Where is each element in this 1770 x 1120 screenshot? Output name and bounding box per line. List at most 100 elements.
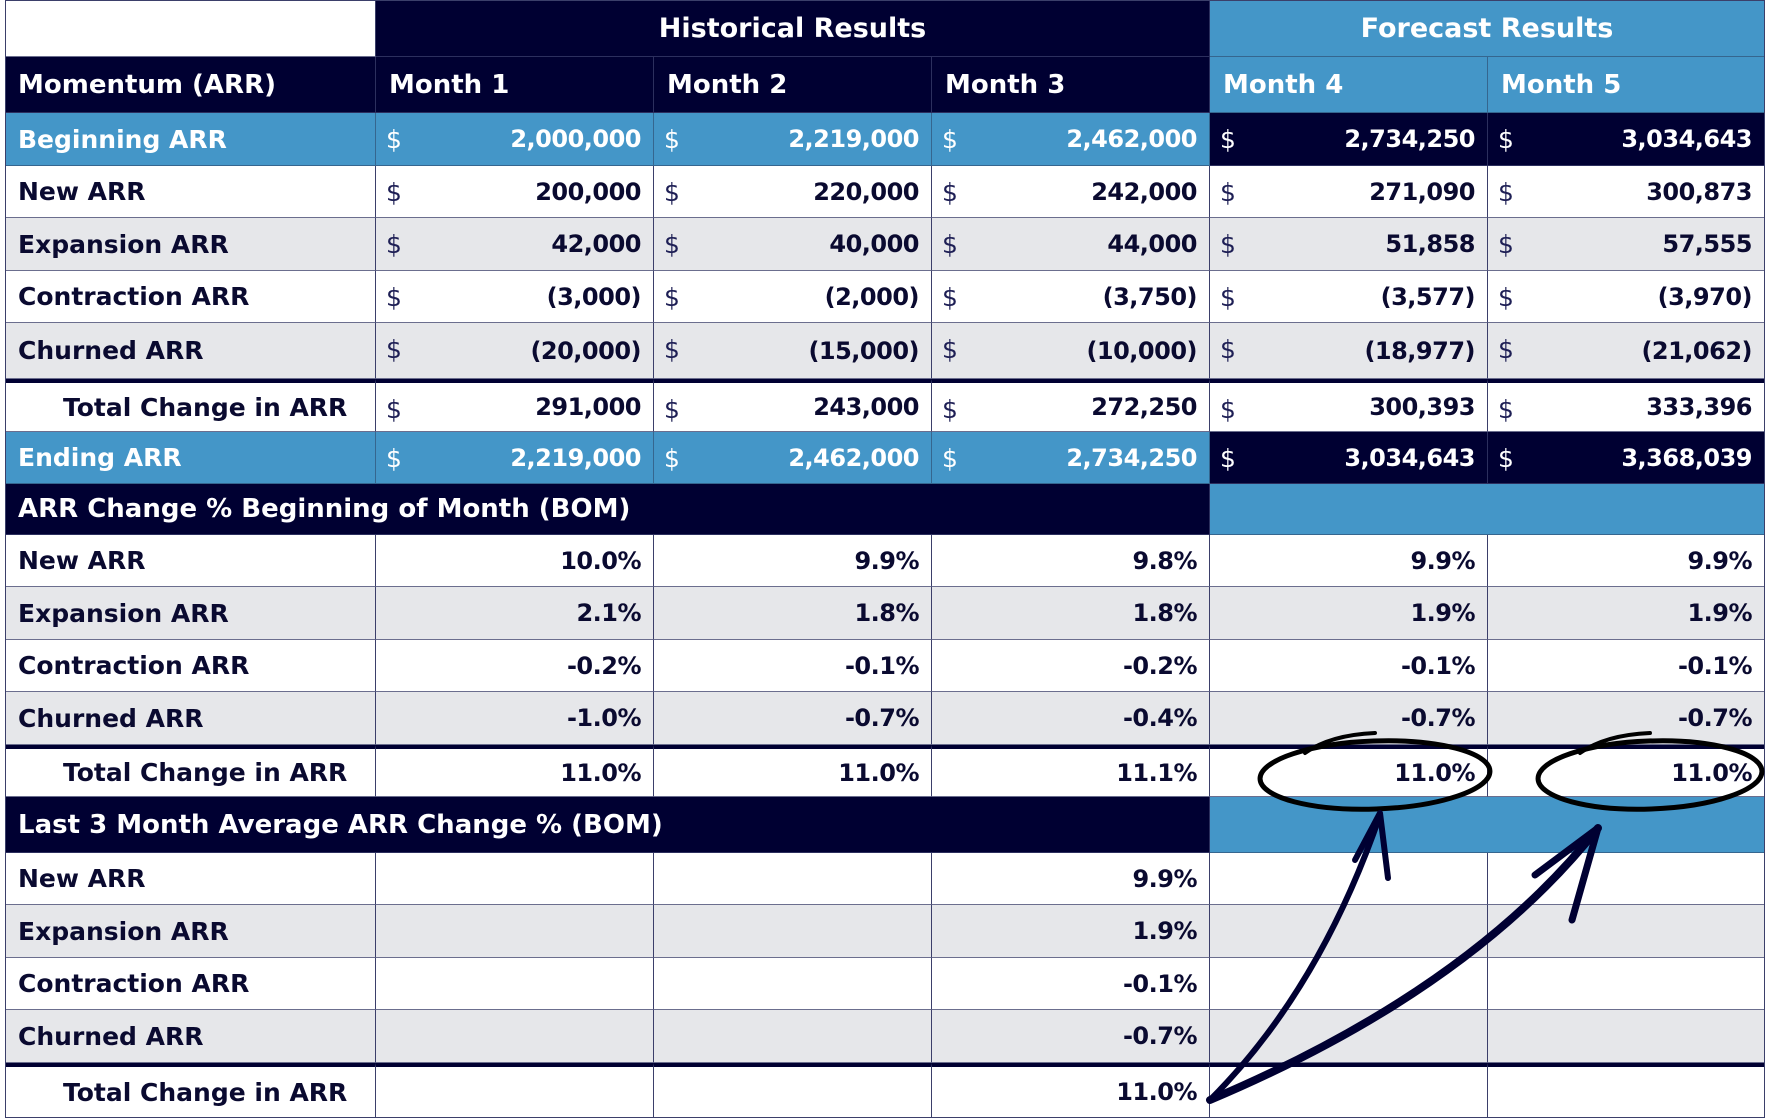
month-header-2: Month 2	[654, 57, 932, 113]
row-label-text: New ARR	[18, 177, 146, 206]
percent-text: 9.9%	[1410, 546, 1475, 575]
forecast-results-label: Forecast Results	[1360, 12, 1614, 44]
row-label: New ARR	[5, 535, 376, 587]
dollar-sign: $	[386, 335, 402, 364]
value-cell: $2,462,000	[932, 113, 1210, 166]
percent-cell: 11.0%	[654, 745, 932, 797]
dollar-sign: $	[664, 230, 680, 259]
percent-text: 1.9%	[1410, 599, 1475, 627]
arr-momentum-table: Historical Results Forecast Results Moment…	[5, 0, 1765, 1118]
percent-text: 9.9%	[1687, 546, 1752, 575]
dollar-sign: $	[664, 283, 680, 312]
value-cell: $300,393	[1210, 379, 1488, 432]
value-text: 200,000	[535, 177, 641, 206]
percent-cell	[376, 1010, 654, 1063]
value-text: 3,368,039	[1621, 443, 1752, 472]
value-cell: $2,000,000	[376, 113, 654, 166]
forecast-section-band	[1210, 797, 1765, 853]
value-text: 2,462,000	[788, 443, 919, 472]
percent-text: -0.7%	[1122, 1022, 1198, 1050]
row-label: Churned ARR	[5, 323, 376, 379]
dollar-sign: $	[664, 444, 680, 473]
percent-text: -0.7%	[844, 704, 920, 732]
percent-cell: -0.2%	[932, 640, 1210, 692]
percent-text: 1.8%	[854, 599, 919, 627]
momentum-arr-label: Momentum (ARR)	[18, 69, 276, 100]
row-label-text: Expansion ARR	[18, 598, 229, 628]
value-cell: $200,000	[376, 166, 654, 218]
percent-text: 1.9%	[1132, 917, 1197, 945]
row-label: Churned ARR	[5, 692, 376, 745]
dollar-sign: $	[664, 395, 680, 424]
dollar-sign: $	[1220, 335, 1236, 364]
value-text: 3,034,643	[1621, 125, 1752, 153]
row-label-text: New ARR	[18, 864, 146, 893]
percent-cell: -0.4%	[932, 692, 1210, 745]
percent-cell: 9.9%	[1488, 535, 1765, 587]
value-text: (21,062)	[1641, 336, 1752, 365]
row-label: Total Change in ARR	[5, 379, 376, 432]
percent-cell	[654, 1063, 932, 1118]
percent-text: 11.0%	[560, 758, 641, 787]
percent-text: 1.9%	[1687, 599, 1752, 627]
value-text: 2,734,250	[1344, 125, 1475, 153]
section-title: ARR Change % Beginning of Month (BOM)	[18, 494, 631, 524]
percent-text: -0.2%	[1122, 651, 1198, 680]
value-cell: $2,462,000	[654, 432, 932, 484]
month-header-4: Month 4	[1210, 57, 1488, 113]
percent-cell	[1488, 1010, 1765, 1063]
row-label-text: Expansion ARR	[18, 229, 229, 259]
percent-cell: -0.1%	[1210, 640, 1488, 692]
value-text: (3,577)	[1380, 282, 1476, 311]
value-cell: $242,000	[932, 166, 1210, 218]
percent-cell	[1488, 905, 1765, 958]
dollar-sign: $	[386, 230, 402, 259]
percent-text: 11.0%	[838, 758, 919, 787]
value-text: 2,734,250	[1066, 443, 1197, 472]
percent-cell: -0.1%	[654, 640, 932, 692]
historical-results-label: Historical Results	[658, 12, 927, 44]
row-label-text: Total Change in ARR	[63, 758, 348, 787]
dollar-sign: $	[1498, 178, 1514, 207]
dollar-sign: $	[942, 230, 958, 259]
dollar-sign: $	[664, 335, 680, 364]
dollar-sign: $	[1498, 125, 1514, 154]
percent-cell: -0.7%	[1210, 692, 1488, 745]
row-label: Total Change in ARR	[5, 745, 376, 797]
percent-cell	[1488, 958, 1765, 1010]
value-text: 220,000	[813, 177, 919, 206]
percent-cell	[654, 853, 932, 905]
percent-cell	[654, 905, 932, 958]
dollar-sign: $	[942, 444, 958, 473]
value-cell: $ (3,000)	[376, 271, 654, 323]
row-label-text: Contraction ARR	[18, 282, 250, 311]
value-text: 300,393	[1369, 393, 1475, 421]
dollar-sign: $	[942, 283, 958, 312]
value-text: 3,034,643	[1344, 443, 1475, 472]
row-label: Expansion ARR	[5, 218, 376, 271]
row-label: Expansion ARR	[5, 905, 376, 958]
dollar-sign: $	[386, 444, 402, 473]
percent-text: 11.0%	[1671, 758, 1752, 787]
percent-text: 11.0%	[1394, 758, 1475, 787]
value-cell: $291,000	[376, 379, 654, 432]
row-label-text: Contraction ARR	[18, 969, 250, 998]
value-cell: $40,000	[654, 218, 932, 271]
value-text: 271,090	[1369, 177, 1475, 206]
value-cell: $300,873	[1488, 166, 1765, 218]
percent-cell: 11.0%	[1210, 745, 1488, 797]
row-label: Beginning ARR	[5, 113, 376, 166]
value-text: (2,000)	[824, 282, 920, 311]
percent-cell: 11.0%	[1488, 745, 1765, 797]
value-cell: $272,250	[932, 379, 1210, 432]
historical-results-header: Historical Results	[376, 0, 1210, 57]
percent-cell: 1.8%	[654, 587, 932, 640]
dollar-sign: $	[942, 395, 958, 424]
percent-cell	[376, 905, 654, 958]
value-text: 2,219,000	[788, 125, 919, 153]
percent-cell: -0.7%	[932, 1010, 1210, 1063]
row-label: Contraction ARR	[5, 958, 376, 1010]
value-text: (15,000)	[808, 336, 919, 365]
row-label-text: Ending ARR	[18, 443, 182, 472]
value-cell: $ (3,970)	[1488, 271, 1765, 323]
